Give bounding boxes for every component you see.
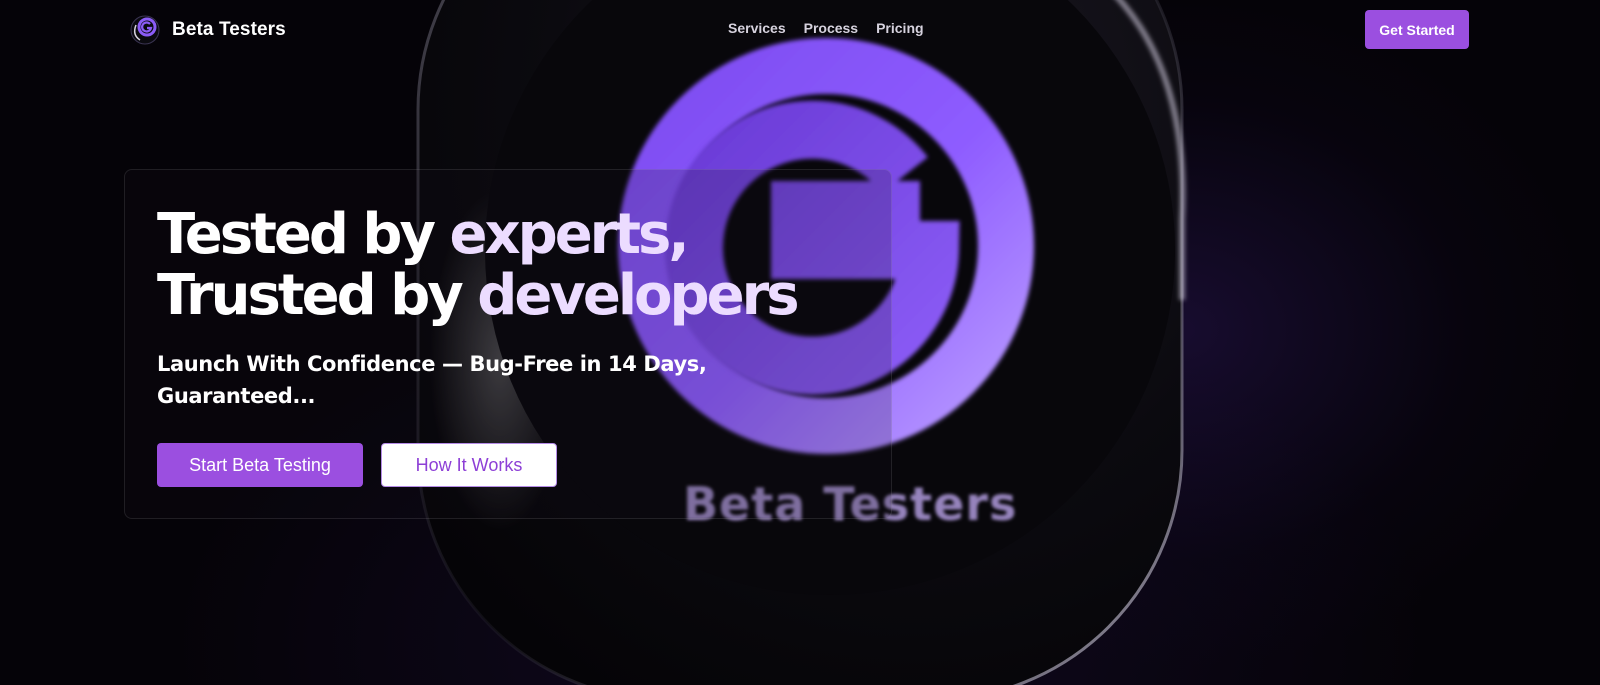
nav-link-pricing[interactable]: Pricing <box>876 20 923 36</box>
hero-subtitle: Launch With Confidence — Bug-Free in 14 … <box>157 352 707 408</box>
brand-name: Beta Testers <box>172 19 286 40</box>
nav-link-services[interactable]: Services <box>728 20 786 36</box>
hero-card: Tested by experts, Trusted by developers… <box>124 169 892 519</box>
hero-title: Tested by experts, Trusted by developers <box>157 204 877 326</box>
nav-link-process[interactable]: Process <box>804 20 858 36</box>
nav-links: Services Process Pricing <box>728 20 924 36</box>
hero-title-line1-light: experts, <box>449 202 690 267</box>
get-started-button[interactable]: Get Started <box>1365 10 1469 49</box>
hero-title-line2-strong: Trusted by <box>157 263 464 328</box>
how-it-works-button[interactable]: How It Works <box>381 443 557 487</box>
landing-page: Beta Testers Beta Testers Services Proce… <box>0 0 1600 685</box>
hero-title-line1-strong: Tested by <box>157 202 436 267</box>
top-navbar: Beta Testers Services Process Pricing Ge… <box>0 0 1600 62</box>
hero-title-line2-light: developers <box>477 263 799 328</box>
brand[interactable]: Beta Testers <box>130 14 286 46</box>
g-logo-icon <box>130 15 160 45</box>
start-beta-testing-button[interactable]: Start Beta Testing <box>157 443 363 487</box>
